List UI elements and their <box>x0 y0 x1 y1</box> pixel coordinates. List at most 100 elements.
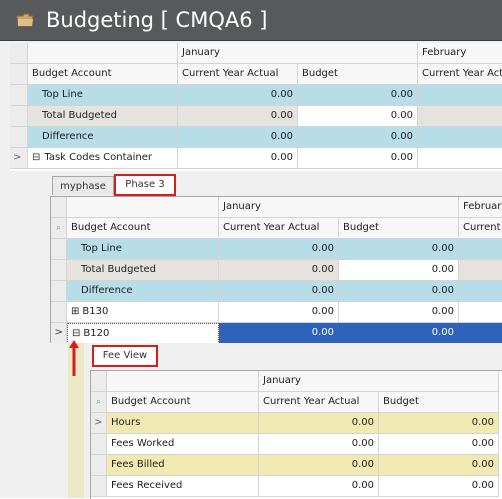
month-header-january: January <box>259 371 499 392</box>
cell-budget[interactable]: 0.00 <box>379 455 499 476</box>
cell-current-year-actual[interactable]: 0.00 <box>178 148 298 169</box>
row-indicator[interactable] <box>10 127 28 148</box>
row-label: Difference <box>67 281 219 302</box>
column-header-current-year-actual[interactable]: Current Year Actual <box>178 64 298 85</box>
column-header-budget-account[interactable]: Budget Account <box>107 392 259 413</box>
collapse-icon[interactable]: ⊟ <box>32 152 41 162</box>
column-header-budget[interactable]: Budget <box>339 218 459 239</box>
cell-feb[interactable] <box>418 127 502 148</box>
filter-icon-cell[interactable]: ⌕ <box>51 218 67 239</box>
cell-current-year-actual[interactable]: 0.00 <box>259 455 379 476</box>
column-header-budget-account[interactable]: Budget Account <box>67 218 219 239</box>
column-header-budget[interactable]: Budget <box>379 392 499 413</box>
cell-feb[interactable] <box>459 239 502 260</box>
row-indicator[interactable] <box>51 260 67 281</box>
column-header-current-year-actual-feb[interactable]: Current Year Act <box>418 64 502 85</box>
cell-current-year-actual[interactable]: 0.00 <box>219 281 339 302</box>
row-indicator[interactable] <box>91 455 107 476</box>
cell-feb[interactable] <box>459 323 502 343</box>
chevron-right-icon[interactable]: > <box>13 152 21 163</box>
row-indicator-header <box>51 197 67 218</box>
month-header-january: January <box>219 197 459 218</box>
column-header-budget-account[interactable]: Budget Account <box>28 64 178 85</box>
filter-icon-cell[interactable]: ⌕ <box>91 392 107 413</box>
budget-grid-phase: January February ⌕ Budget Account Curren… <box>50 196 502 343</box>
cell-feb[interactable] <box>418 85 502 106</box>
tab-myphase[interactable]: myphase <box>52 176 114 195</box>
cell-budget[interactable]: 0.00 <box>298 127 418 148</box>
cell-feb[interactable] <box>418 106 502 127</box>
row-label: B130 <box>82 306 109 317</box>
cell-budget[interactable]: 0.00 <box>339 323 459 343</box>
budget-pane: January February Budget Account Current … <box>0 41 502 499</box>
row-label: Fees Worked <box>107 434 259 455</box>
blank-header <box>28 43 178 64</box>
cell-budget[interactable]: 0.00 <box>379 476 499 497</box>
row-indicator[interactable] <box>51 239 67 260</box>
cell-budget[interactable]: 0.00 <box>339 239 459 260</box>
cell-current-year-actual[interactable]: 0.00 <box>219 302 339 323</box>
column-header-current-year-actual[interactable]: Current Year Actual <box>219 218 339 239</box>
row-label: Total Budgeted <box>67 260 219 281</box>
b120-cell[interactable]: ⊟ B120 <box>67 323 219 343</box>
cell-feb[interactable] <box>459 281 502 302</box>
column-header-current-feb[interactable]: Current <box>459 218 502 239</box>
annotation-arrow-icon <box>69 340 79 376</box>
cell-current-year-actual[interactable]: 0.00 <box>219 260 339 281</box>
row-indicator[interactable] <box>91 476 107 497</box>
row-indicator[interactable] <box>91 434 107 455</box>
row-indicator[interactable] <box>10 85 28 106</box>
row-label: Total Budgeted <box>28 106 178 127</box>
cell-budget[interactable]: 0.00 <box>339 281 459 302</box>
tab-phase-3[interactable]: Phase 3 <box>114 174 176 196</box>
cell-budget[interactable]: 0.00 <box>379 413 499 434</box>
row-indicator[interactable]: > <box>91 413 107 434</box>
cell-current-year-actual[interactable]: 0.00 <box>178 127 298 148</box>
cell-budget[interactable]: 0.00 <box>298 106 418 127</box>
window-title: Budgeting [ CMQA6 ] <box>46 8 268 32</box>
cell-budget[interactable]: 0.00 <box>339 302 459 323</box>
tab-fee-view[interactable]: Fee View <box>92 345 158 367</box>
cell-budget[interactable]: 0.00 <box>298 85 418 106</box>
fee-view-grid: January ⌕ Budget Account Current Year Ac… <box>90 370 502 499</box>
row-indicator-header <box>10 64 28 85</box>
row-indicator[interactable] <box>51 281 67 302</box>
row-label: B120 <box>83 328 110 339</box>
row-label: Top Line <box>28 85 178 106</box>
cell-current-year-actual[interactable]: 0.00 <box>259 434 379 455</box>
fee-view-tabstrip: Fee View <box>92 345 502 367</box>
budget-grid-main: January February Budget Account Current … <box>10 43 502 171</box>
blank-header <box>107 371 259 392</box>
cell-budget[interactable]: 0.00 <box>298 148 418 169</box>
row-indicator-header <box>91 371 107 392</box>
cell-current-year-actual[interactable]: 0.00 <box>219 239 339 260</box>
cell-feb[interactable] <box>459 302 502 323</box>
row-label: Difference <box>28 127 178 148</box>
cell-current-year-actual[interactable]: 0.00 <box>178 85 298 106</box>
row-indicator-header <box>10 43 28 64</box>
row-label: Fees Billed <box>107 455 259 476</box>
row-indicator[interactable] <box>10 106 28 127</box>
cell-feb[interactable] <box>418 148 502 169</box>
task-codes-container-cell[interactable]: ⊟ Task Codes Container <box>28 148 178 169</box>
b130-cell[interactable]: ⊞ B130 <box>67 302 219 323</box>
window-titlebar: Budgeting [ CMQA6 ] <box>0 0 502 41</box>
column-header-current-year-actual[interactable]: Current Year Actual <box>259 392 379 413</box>
row-label: Hours <box>107 413 259 434</box>
column-header-budget[interactable]: Budget <box>298 64 418 85</box>
phase-tabstrip: myphase Phase 3 <box>52 174 502 196</box>
cell-current-year-actual[interactable]: 0.00 <box>259 476 379 497</box>
row-indicator[interactable] <box>51 302 67 323</box>
expand-plus-icon[interactable]: ⊞ <box>71 306 79 317</box>
cell-budget[interactable]: 0.00 <box>339 260 459 281</box>
cell-current-year-actual[interactable]: 0.00 <box>178 106 298 127</box>
cell-budget[interactable]: 0.00 <box>379 434 499 455</box>
cell-current-year-actual[interactable]: 0.00 <box>219 323 339 343</box>
month-header-february: February <box>418 43 502 64</box>
row-label: Task Codes Container <box>44 152 153 163</box>
month-header-february: February <box>459 197 502 218</box>
cell-feb[interactable] <box>459 260 502 281</box>
folder-icon <box>16 13 34 27</box>
cell-current-year-actual[interactable]: 0.00 <box>259 413 379 434</box>
chevron-right-icon[interactable]: > <box>55 327 63 338</box>
